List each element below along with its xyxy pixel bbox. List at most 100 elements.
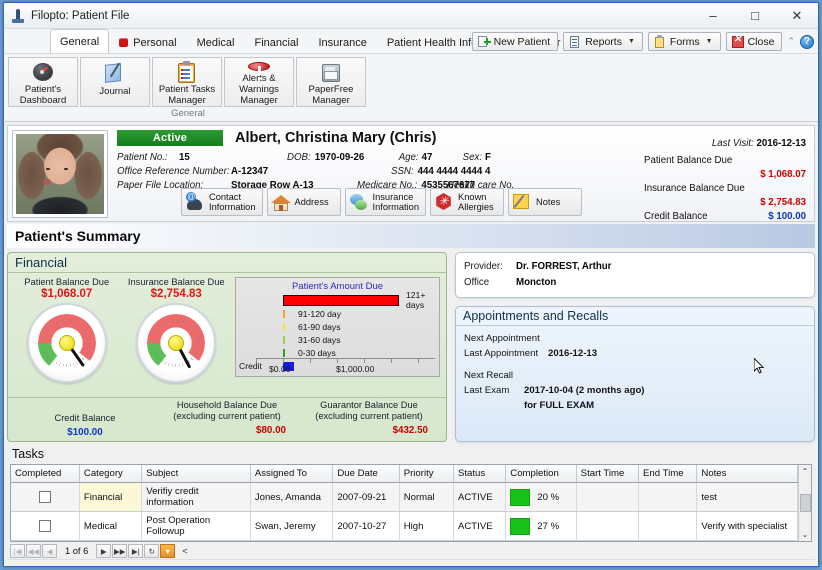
collapse-ribbon-icon[interactable]: ⌃	[787, 36, 795, 47]
col-assigned-to[interactable]: Assigned To	[250, 465, 334, 483]
window-controls: – □ ✕	[692, 3, 818, 28]
scrollbar-thumb[interactable]	[799, 494, 811, 512]
scroll-up-icon[interactable]: ⌃	[802, 467, 809, 476]
patient-identity-row: Active Albert, Christina Mary (Chris)	[117, 130, 810, 146]
table-header-row: Completed Category Subject Assigned To D…	[11, 465, 798, 483]
col-end-time[interactable]: End Time	[638, 465, 698, 483]
close-window-button[interactable]: ✕	[776, 3, 818, 28]
patient-tasks-manager-button[interactable]: Patient Tasks Manager	[152, 57, 222, 107]
help-icon[interactable]: ?	[800, 34, 814, 49]
forms-button[interactable]: Forms ▼	[647, 32, 721, 51]
summary-title-bar: Patient's Summary	[7, 224, 815, 248]
completed-checkbox[interactable]	[38, 491, 51, 503]
tab-medical[interactable]: Medical	[187, 31, 245, 53]
reports-button[interactable]: Reports ▼	[563, 32, 643, 51]
credit-balance-value: $ 100.00	[768, 211, 806, 222]
patients-dashboard-button[interactable]: Patient's Dashboard	[8, 57, 78, 107]
patient-balance-gauge: Patient Balance Due $1,068.07	[14, 277, 120, 397]
prev-record-button[interactable]: ◀	[42, 544, 57, 558]
chevron-down-icon: ▼	[705, 38, 713, 45]
cell-completed[interactable]	[11, 482, 80, 512]
sex-label: Sex:	[462, 152, 483, 163]
prev-page-button[interactable]: ◀◀	[26, 544, 41, 558]
col-notes[interactable]: Notes	[696, 465, 798, 483]
household-balance-value: $80.00	[256, 425, 286, 436]
tasks-table-container: Completed Category Subject Assigned To D…	[10, 464, 812, 542]
refresh-button[interactable]: ↻	[144, 544, 160, 558]
button-label-line2: Manager	[168, 95, 206, 106]
new-patient-icon	[477, 35, 491, 48]
progress-bar	[510, 488, 531, 506]
last-exam-value: 2017-10-04 (2 months ago)	[524, 385, 645, 396]
next-page-button[interactable]: ▶▶	[112, 544, 128, 558]
last-visit-value: 2016-12-13	[756, 138, 806, 149]
tab-financial[interactable]: Financial	[244, 31, 308, 53]
col-start-time[interactable]: Start Time	[576, 465, 640, 483]
last-page-button[interactable]: ▶|	[128, 544, 144, 558]
tab-personal[interactable]: Personal	[109, 31, 186, 53]
col-category[interactable]: Category	[79, 465, 143, 483]
appointments-body: Next Appointment Last Appointment 2016-1…	[456, 326, 814, 418]
scroll-down-icon[interactable]: ⌄	[802, 530, 809, 539]
notes-button[interactable]: Notes	[508, 188, 583, 216]
tasks-vertical-scrollbar[interactable]: ⌃ ⌄	[798, 465, 811, 541]
maximize-button[interactable]: □	[734, 3, 776, 28]
last-exam-row: Last Exam 2017-10-04 (2 months ago)	[464, 383, 806, 398]
tab-label: Medical	[196, 36, 235, 49]
col-due-date[interactable]: Due Date	[332, 465, 400, 483]
new-patient-button[interactable]: New Patient	[471, 32, 559, 51]
office-label: Office	[464, 277, 490, 288]
minimize-button[interactable]: –	[692, 3, 734, 28]
table-row[interactable]: Medical Post Operation Followup Swan, Je…	[11, 511, 798, 541]
gauge-dial	[26, 303, 107, 383]
expand-button[interactable]: <	[176, 546, 188, 557]
insurance-information-button[interactable]: Insurance Information	[344, 188, 427, 216]
action-label: Notes	[536, 197, 561, 207]
paperfree-manager-button[interactable]: PaperFree Manager	[296, 57, 366, 107]
action-label: Contact Information	[209, 192, 256, 212]
home-icon	[270, 192, 291, 212]
table-row[interactable]: Financial Verifiy credit information Jon…	[11, 482, 798, 512]
patient-balance-due-label: Patient Balance Due	[644, 155, 733, 166]
patient-photo[interactable]	[12, 130, 108, 218]
new-patient-label: New Patient	[493, 35, 551, 48]
ribbon-buttons: Patient's Dashboard Journal Patient Task…	[8, 57, 368, 107]
completion-value: 27 %	[537, 520, 560, 532]
patient-header-main: Active Albert, Christina Mary (Chris) Pa…	[108, 130, 810, 222]
completed-checkbox[interactable]	[38, 520, 51, 532]
action-label: Address	[294, 197, 329, 207]
report-icon	[569, 35, 581, 48]
close-icon: ✕	[731, 34, 744, 48]
col-completed[interactable]: Completed	[11, 465, 80, 483]
col-priority[interactable]: Priority	[399, 465, 454, 483]
journal-button[interactable]: Journal	[80, 57, 150, 107]
known-allergies-button[interactable]: ✳ Known Allergies	[430, 188, 505, 216]
tab-general[interactable]: General	[50, 29, 110, 53]
tasks-title: Tasks	[12, 447, 44, 461]
next-appointment-label: Next Appointment	[464, 333, 540, 344]
col-subject[interactable]: Subject	[141, 465, 251, 483]
financial-panel: Financial Patient Balance Due $1,068.07	[7, 252, 447, 442]
household-balance-label-1: Household Balance Due	[176, 400, 278, 410]
tab-insurance[interactable]: Insurance	[309, 31, 377, 53]
age-label: Age:	[398, 152, 419, 163]
gauge-value: $1,068.07	[41, 288, 93, 300]
age-value: 47	[421, 152, 433, 163]
chart-category-label: 0-30 days	[298, 348, 336, 358]
alerts-warnings-manager-button[interactable]: Alerts & Warnings Manager	[224, 57, 294, 107]
first-page-button[interactable]: |◀	[10, 544, 25, 558]
provider-value: Dr. FORREST, Arthur	[516, 261, 612, 272]
patient-no-value: 15	[179, 152, 190, 163]
next-record-button[interactable]: ▶	[96, 544, 112, 558]
col-status[interactable]: Status	[453, 465, 507, 483]
cell-completed[interactable]	[11, 511, 80, 541]
next-recall-label: Next Recall	[464, 370, 514, 381]
close-button[interactable]: ✕ Close	[725, 32, 783, 51]
col-completion[interactable]: Completion	[505, 465, 577, 483]
clipboard-icon	[176, 61, 198, 83]
cell-notes: Verify with specialist	[696, 511, 798, 541]
cell-end-time	[638, 511, 698, 541]
filter-icon[interactable]: ▼	[160, 544, 176, 558]
contact-information-button[interactable]: @ Contact Information	[181, 188, 263, 216]
address-button[interactable]: Address	[266, 188, 341, 216]
